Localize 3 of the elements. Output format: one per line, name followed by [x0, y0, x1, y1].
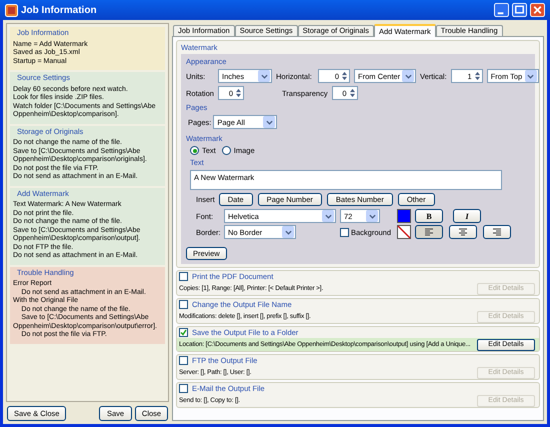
bold-button[interactable]: B: [415, 209, 444, 223]
window-title: Job Information: [21, 6, 98, 14]
italic-button[interactable]: I: [453, 209, 482, 223]
